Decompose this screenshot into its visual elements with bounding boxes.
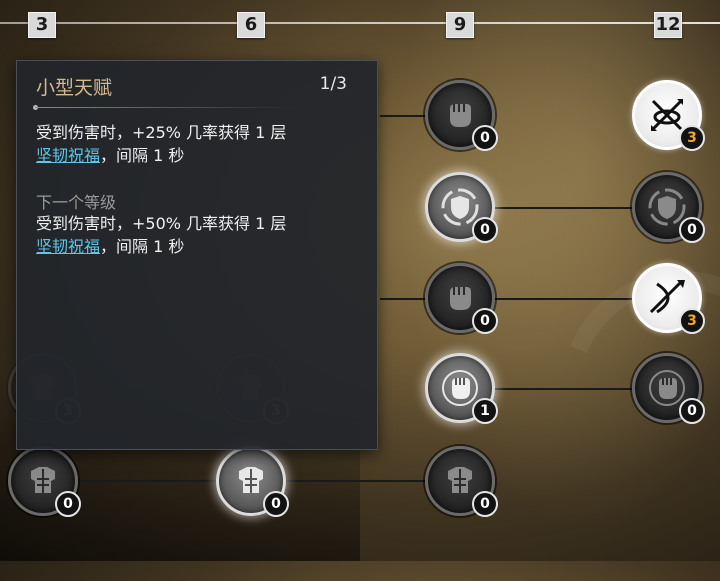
talent-node-armor[interactable]: 0: [216, 446, 289, 517]
talent-node-fist[interactable]: 0: [632, 353, 705, 424]
divider-line: [35, 107, 295, 108]
points-badge: 0: [472, 125, 498, 151]
talent-node-armor[interactable]: 0: [425, 446, 498, 517]
talent-node-shield[interactable]: 0: [632, 172, 705, 243]
points-badge: 0: [679, 398, 705, 424]
connector-row1: [380, 115, 426, 117]
level-track-line: [0, 22, 720, 24]
talent-node-shield[interactable]: 0: [425, 172, 498, 243]
talent-node-fist[interactable]: 0: [425, 263, 498, 334]
level-marker-6: 6: [237, 12, 265, 38]
points-badge: 1: [472, 398, 498, 424]
tooltip-title: 小型天赋: [36, 77, 113, 99]
points-badge: 0: [263, 491, 289, 517]
next-effect-suffix: ，间隔 1 秒: [100, 237, 185, 256]
level-marker-12: 12: [654, 12, 682, 38]
points-badge: 3: [679, 308, 705, 334]
connector-row3-right: [494, 298, 634, 300]
connector-row5-left: [78, 480, 218, 482]
points-badge: 0: [472, 491, 498, 517]
connector-row2: [494, 207, 634, 209]
current-effect-line1: 受到伤害时，+25% 几率获得 1 层: [36, 123, 287, 142]
next-effect-line2: 坚韧祝福，间隔 1 秒: [36, 235, 184, 258]
talent-tooltip: 小型天赋 1/3 受到伤害时，+25% 几率获得 1 层 坚韧祝福，间隔 1 秒…: [16, 60, 378, 450]
talent-node-bow-arrow[interactable]: 3: [632, 263, 705, 334]
connector-row3-left: [380, 298, 426, 300]
level-marker-3: 3: [28, 12, 56, 38]
points-badge: 0: [472, 217, 498, 243]
blessing-link[interactable]: 坚韧祝福: [36, 237, 100, 256]
next-level-heading: 下一个等级: [36, 193, 117, 212]
blessing-link[interactable]: 坚韧祝福: [36, 146, 100, 165]
current-effect-suffix: ，间隔 1 秒: [100, 146, 185, 165]
points-badge: 0: [55, 491, 81, 517]
talent-node-armor[interactable]: 0: [8, 446, 81, 517]
tooltip-rank: 1/3: [319, 74, 347, 94]
connector-row4: [494, 388, 634, 390]
current-effect-line2: 坚韧祝福，间隔 1 秒: [36, 144, 184, 167]
points-badge: 0: [679, 217, 705, 243]
points-badge: 3: [679, 125, 705, 151]
talent-node-fist[interactable]: 0: [425, 80, 498, 151]
next-effect-line1: 受到伤害时，+50% 几率获得 1 层: [36, 214, 287, 233]
talent-node-crossed-arrows[interactable]: 3: [632, 80, 705, 151]
connector-row5-right: [286, 480, 426, 482]
talent-node-fist-selected[interactable]: 1: [425, 353, 498, 424]
level-marker-9: 9: [446, 12, 474, 38]
points-badge: 0: [472, 308, 498, 334]
